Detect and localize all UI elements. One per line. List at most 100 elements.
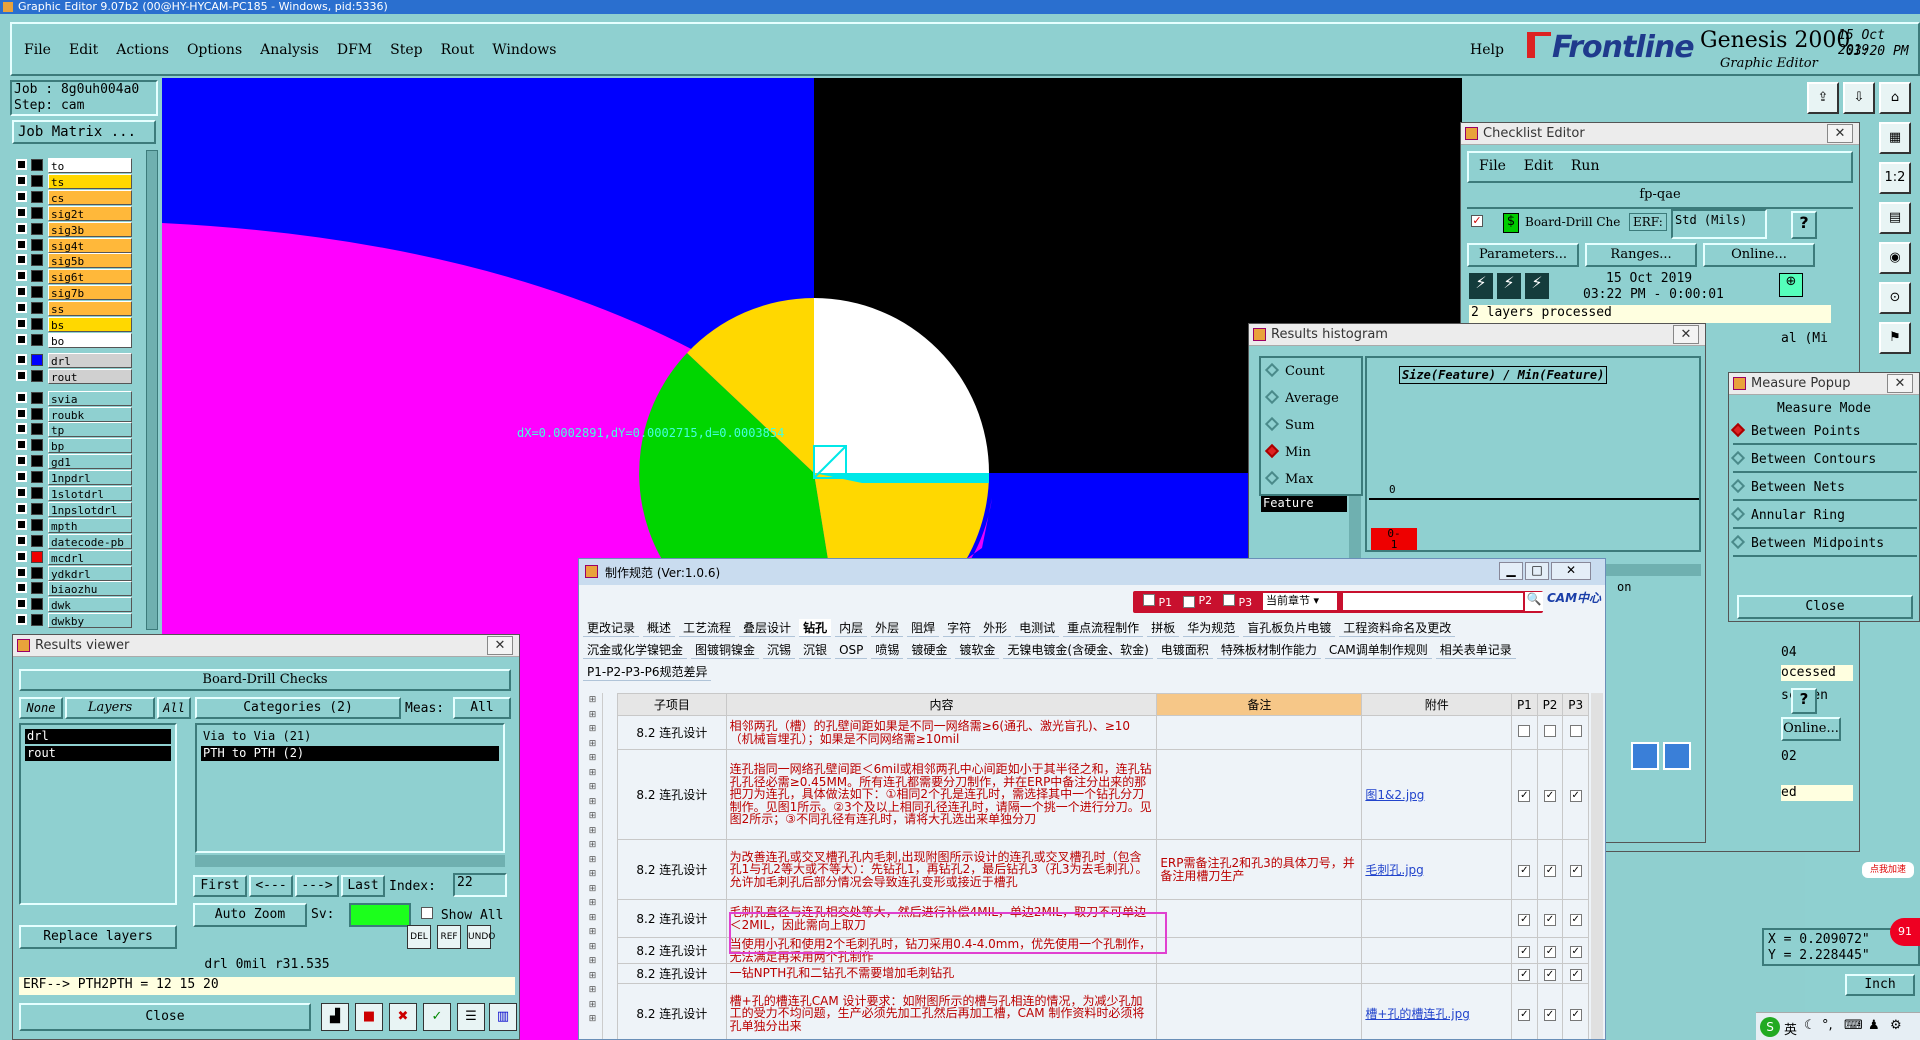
priority-checkbox-cell[interactable]: ✓ bbox=[1536, 963, 1564, 984]
priority-checkbox[interactable]: ✓ bbox=[1569, 969, 1582, 981]
row-expander-column[interactable]: ⊞ ⊞ ⊞ ⊞ ⊞ ⊞ ⊞ ⊞ ⊞ ⊞ ⊞ ⊞ ⊞ ⊞ ⊞ ⊞ ⊞ ⊞ ⊞ ⊞ ⊞ ⊞ ⊞ bbox=[583, 693, 602, 1027]
layer-color-swatch[interactable] bbox=[31, 534, 43, 547]
moon-icon[interactable]: ☾ bbox=[1804, 1018, 1816, 1033]
layer-color-swatch[interactable] bbox=[31, 455, 43, 468]
priority-checkbox-cell[interactable]: ✓ bbox=[1536, 937, 1564, 964]
layer-color-swatch[interactable] bbox=[31, 174, 43, 187]
menu-file[interactable]: File bbox=[24, 42, 51, 58]
menu-step[interactable]: Step bbox=[390, 42, 422, 58]
download-icon[interactable]: ⇩ bbox=[1843, 82, 1875, 114]
priority-checkbox-cell[interactable]: ✓ bbox=[1562, 839, 1589, 900]
layer-color-swatch[interactable] bbox=[31, 254, 43, 267]
layer-row[interactable]: mcdrl bbox=[14, 549, 132, 565]
layer-checkbox[interactable] bbox=[16, 550, 27, 562]
layer-row[interactable]: bs bbox=[14, 317, 132, 332]
layer-row[interactable]: sig5b bbox=[14, 253, 132, 269]
priority-checkbox[interactable]: ✓ bbox=[1544, 865, 1556, 877]
spec-tab[interactable]: 外层 bbox=[871, 619, 904, 637]
attachment-cell[interactable] bbox=[1361, 937, 1513, 964]
spec-tab[interactable]: 镀硬金 bbox=[907, 641, 952, 659]
list-icon[interactable]: ☰ bbox=[457, 1003, 485, 1031]
spec-tab[interactable]: 沉金或化学镍钯金 bbox=[583, 641, 688, 659]
priority-checkbox-cell[interactable]: ✓ bbox=[1562, 749, 1589, 840]
layer-color-swatch[interactable] bbox=[31, 333, 43, 346]
report-export-icon[interactable] bbox=[1663, 742, 1691, 770]
layer-checkbox[interactable] bbox=[16, 369, 27, 381]
menu-options[interactable]: Options bbox=[187, 42, 242, 58]
first-button[interactable]: First bbox=[193, 875, 247, 897]
mode-between-nets[interactable]: Between Nets bbox=[1730, 477, 1917, 501]
opt-max[interactable]: Max bbox=[1264, 470, 1313, 487]
node-icon[interactable]: ⊙ bbox=[1879, 282, 1911, 314]
layer-color-swatch[interactable] bbox=[31, 286, 43, 299]
priority-checkbox-cell[interactable]: ✓ bbox=[1562, 983, 1589, 1039]
priority-checkbox[interactable]: ✓ bbox=[1518, 946, 1531, 958]
spec-tab[interactable]: 外形 bbox=[979, 619, 1012, 637]
spec-tab[interactable]: 电镀面积 bbox=[1156, 641, 1213, 659]
menu-edit[interactable]: Edit bbox=[69, 42, 98, 58]
layer-checkbox[interactable] bbox=[16, 582, 27, 594]
layer-row[interactable]: sig2t bbox=[14, 205, 132, 221]
layer-color-swatch[interactable] bbox=[31, 302, 43, 315]
layer-color-swatch[interactable] bbox=[31, 190, 43, 203]
layer-color-swatch[interactable] bbox=[31, 566, 43, 579]
checklist-action-name[interactable]: Board-Drill Che bbox=[1525, 215, 1620, 229]
layer-color-swatch[interactable] bbox=[31, 206, 43, 219]
attachment-cell[interactable] bbox=[1361, 715, 1513, 750]
layer-list-scrollbar[interactable] bbox=[146, 150, 158, 630]
checklist-menu-edit[interactable]: Edit bbox=[1524, 158, 1553, 174]
col-content[interactable]: 内容 bbox=[725, 693, 1158, 716]
layer-row[interactable]: dwkby bbox=[14, 613, 132, 629]
layer-checkbox[interactable] bbox=[16, 534, 27, 546]
spec-tab[interactable]: P1-P2-P3-P6规范差异 bbox=[583, 663, 712, 681]
ime-lang[interactable]: 英 bbox=[1784, 1019, 1797, 1038]
layer-color-swatch[interactable] bbox=[31, 407, 43, 420]
priority-checkbox-cell[interactable]: ✓ bbox=[1536, 839, 1564, 900]
priority-checkbox[interactable]: ✓ bbox=[1569, 865, 1582, 877]
next-button[interactable]: ---> bbox=[295, 875, 339, 897]
category-hscrollbar[interactable] bbox=[195, 855, 505, 867]
job-matrix-button[interactable]: Job Matrix ... bbox=[12, 120, 156, 144]
priority-checkbox[interactable]: ✓ bbox=[1544, 969, 1556, 981]
layer-row[interactable]: ydkdrl bbox=[14, 565, 132, 581]
attachment-cell[interactable] bbox=[1361, 899, 1513, 938]
opt-average[interactable]: Average bbox=[1264, 389, 1339, 406]
priority-checkbox-cell[interactable]: ✓ bbox=[1562, 937, 1589, 964]
run-icon[interactable]: ⚡ bbox=[1469, 273, 1493, 299]
maximize-icon[interactable]: □ bbox=[1525, 562, 1549, 580]
priority-checkbox[interactable]: ✓ bbox=[1544, 790, 1556, 802]
spec-tab[interactable]: 图镀铜镍金 bbox=[691, 641, 760, 659]
layer-checkbox[interactable] bbox=[16, 190, 27, 202]
layer-color-swatch[interactable] bbox=[31, 391, 43, 404]
priority-checkbox[interactable]: ✓ bbox=[1569, 946, 1582, 958]
checklist-menu-file[interactable]: File bbox=[1479, 158, 1506, 174]
layer-row[interactable]: ts bbox=[14, 173, 132, 189]
layer-row[interactable]: drl bbox=[14, 352, 132, 368]
priority-checkbox-cell[interactable]: ✓ bbox=[1562, 963, 1589, 984]
spec-tab[interactable]: 相关表单记录 bbox=[1435, 641, 1516, 659]
layer-icon[interactable]: ▤ bbox=[1879, 202, 1911, 234]
layer-checkbox[interactable] bbox=[16, 333, 27, 345]
opt-sum[interactable]: Sum bbox=[1264, 416, 1315, 433]
spec-tab[interactable]: 镀软金 bbox=[955, 641, 1000, 659]
priority-checkbox[interactable]: ✓ bbox=[1518, 865, 1531, 877]
layer-checkbox[interactable] bbox=[16, 302, 27, 314]
spec-tab[interactable]: 字符 bbox=[943, 619, 976, 637]
layer-color-swatch[interactable] bbox=[31, 353, 43, 366]
table-row[interactable]: 8.2 连孔设计 为改善连孔或交叉槽孔孔内毛刺,出现附图所示设计的连孔或交叉槽孔时… bbox=[617, 839, 1589, 900]
layer-checkbox[interactable] bbox=[16, 518, 27, 530]
layer-color-swatch[interactable] bbox=[31, 439, 43, 452]
home-icon[interactable]: ⌂ bbox=[1879, 82, 1911, 114]
target-icon[interactable]: ◉ bbox=[1879, 242, 1911, 274]
col-sub[interactable]: 子项目 bbox=[617, 693, 727, 716]
layer-row[interactable]: biaozhu bbox=[14, 581, 132, 597]
layer-checkbox[interactable] bbox=[16, 286, 27, 298]
spec-tab[interactable]: 工艺流程 bbox=[679, 619, 736, 637]
layer-row[interactable]: sig6t bbox=[14, 269, 132, 285]
layer-checkbox[interactable] bbox=[16, 238, 27, 250]
table-row[interactable]: 8.2 连孔设计 连孔指同一网络孔壁间距＜6mil或相邻两孔中心间距如小于其半径之… bbox=[617, 749, 1589, 840]
priority-checkbox[interactable] bbox=[1569, 725, 1582, 737]
checklist-close-icon[interactable]: ✕ bbox=[1827, 124, 1853, 143]
col-p1[interactable]: P1 bbox=[1511, 693, 1538, 716]
mode-annular-ring[interactable]: Annular Ring bbox=[1730, 505, 1917, 529]
